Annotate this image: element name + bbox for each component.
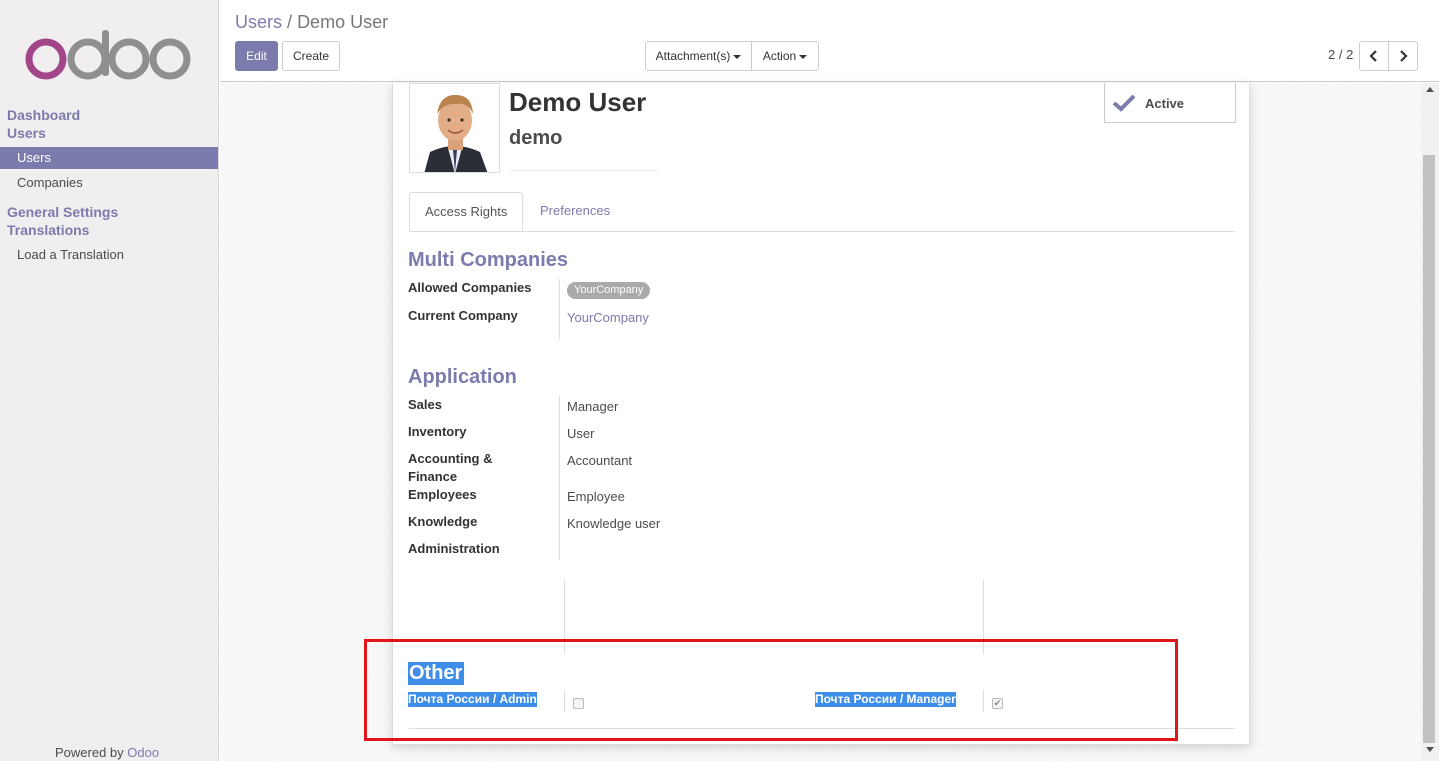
create-button[interactable]: Create — [282, 41, 340, 71]
odoo-logo[interactable] — [24, 30, 194, 82]
menu-header-dashboard[interactable]: Dashboard — [7, 107, 80, 123]
menu-header-users[interactable]: Users — [7, 125, 46, 141]
app-label-inventory: Inventory — [408, 424, 467, 439]
scroll-down-arrow-icon[interactable] — [1426, 747, 1434, 752]
sidebar: Dashboard Users Users Companies General … — [0, 0, 219, 761]
check-icon — [1112, 94, 1136, 112]
vertical-scrollbar[interactable] — [1421, 83, 1439, 761]
current-company-label: Current Company — [408, 308, 518, 323]
menu-header-general-settings[interactable]: General Settings — [7, 204, 118, 220]
pager-previous-button[interactable] — [1359, 41, 1389, 71]
app-label-knowledge: Knowledge — [408, 514, 478, 529]
active-toggle-button[interactable]: Active — [1104, 83, 1236, 123]
breadcrumb-users-link[interactable]: Users — [235, 12, 282, 32]
user-avatar-image — [410, 84, 499, 172]
menu-header-translations[interactable]: Translations — [7, 222, 89, 238]
breadcrumb-current: Demo User — [297, 12, 389, 32]
chevron-down-icon — [733, 54, 742, 59]
edit-button[interactable]: Edit — [235, 41, 278, 71]
scroll-up-arrow-icon[interactable] — [1426, 87, 1434, 92]
breadcrumb-separator: / — [287, 12, 293, 32]
user-avatar[interactable] — [409, 83, 500, 173]
current-company-link[interactable]: YourCompany — [567, 310, 649, 325]
allowed-company-tag[interactable]: YourCompany — [567, 282, 651, 299]
chevron-down-icon — [799, 54, 808, 59]
control-panel: Users / Demo User Edit Create Attachment… — [220, 0, 1439, 82]
attachments-label: Attachment(s) — [655, 49, 731, 63]
scrollbar-thumb[interactable] — [1423, 155, 1435, 743]
breadcrumb: Users / Demo User — [235, 12, 388, 33]
powered-by: Powered by Odoo — [55, 745, 159, 760]
chevron-left-icon — [1369, 50, 1377, 62]
app-value-employees: Employee — [567, 489, 625, 504]
highlight-annotation-box — [364, 639, 1178, 741]
action-label: Action — [762, 49, 797, 63]
attachments-dropdown[interactable]: Attachment(s) — [645, 41, 752, 71]
sidebar-item-users[interactable]: Users — [0, 147, 218, 169]
tab-preferences[interactable]: Preferences — [525, 192, 625, 232]
app-value-sales: Manager — [567, 399, 619, 414]
pager-next-button[interactable] — [1388, 41, 1418, 71]
app-label-accounting: Accounting & Finance — [408, 451, 493, 484]
app-label-employees: Employees — [408, 487, 477, 502]
sidebar-item-companies[interactable]: Companies — [0, 172, 218, 194]
app-label-sales: Sales — [408, 397, 442, 412]
sidebar-item-load-translation[interactable]: Load a Translation — [0, 244, 218, 266]
app-value-knowledge: Knowledge user — [567, 516, 661, 531]
action-dropdown[interactable]: Action — [751, 41, 819, 71]
login-underline — [509, 170, 659, 171]
application-title: Application — [408, 366, 517, 388]
active-label: Active — [1145, 96, 1185, 111]
tab-divider — [409, 231, 1235, 232]
app-value-accounting: Accountant — [567, 453, 633, 468]
chevron-right-icon — [1400, 50, 1408, 62]
user-name: Demo User — [509, 87, 647, 117]
field-separator — [559, 396, 560, 560]
user-login: demo — [509, 127, 563, 149]
powered-by-prefix: Powered by — [55, 745, 124, 760]
field-separator — [559, 279, 560, 339]
tab-access-rights[interactable]: Access Rights — [409, 192, 524, 232]
allowed-companies-label: Allowed Companies — [408, 280, 532, 295]
multi-companies-title: Multi Companies — [408, 249, 569, 271]
app-label-administration: Administration — [408, 541, 500, 556]
powered-by-odoo-link[interactable]: Odoo — [127, 745, 159, 760]
app-value-inventory: User — [567, 426, 595, 441]
pager-value[interactable]: 2 / 2 — [1328, 47, 1353, 62]
